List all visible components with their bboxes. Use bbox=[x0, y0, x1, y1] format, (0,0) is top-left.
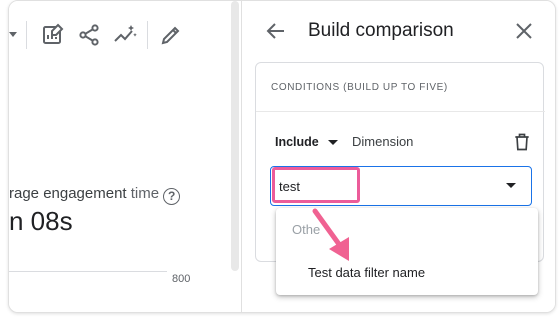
include-select[interactable]: Include bbox=[275, 135, 319, 149]
close-icon[interactable] bbox=[512, 19, 536, 43]
report-scrollbar[interactable] bbox=[231, 1, 239, 271]
app-frame: rage engagement time? n 08s 800 Build co… bbox=[8, 0, 556, 313]
insights-icon[interactable] bbox=[113, 23, 137, 47]
dropdown-group-label: Othe bbox=[292, 222, 321, 237]
chart-axis-value: 800 bbox=[172, 273, 191, 285]
arrow-back-icon[interactable] bbox=[264, 19, 288, 43]
dropdown-option[interactable]: Test data filter name bbox=[276, 260, 538, 286]
chart-gridline bbox=[9, 271, 167, 272]
conditions-title: CONDITIONS (BUILD UP TO FIVE) bbox=[271, 82, 448, 93]
dimension-dropdown: Othe Test data filter name bbox=[276, 208, 538, 295]
conditions-divider bbox=[256, 111, 545, 112]
toolbar-separator bbox=[26, 21, 27, 49]
dimension-label: Dimension bbox=[352, 134, 414, 149]
metric-label: rage engagement time? bbox=[9, 185, 181, 205]
report-area: rage engagement time? n 08s 800 bbox=[9, 1, 231, 312]
metric-label-text: rage engagement bbox=[9, 185, 131, 202]
toolbar-dropdown-caret-icon[interactable] bbox=[9, 32, 17, 37]
dimension-search-field[interactable] bbox=[270, 166, 532, 206]
metric-label-suffix: time bbox=[130, 185, 160, 202]
toolbar-separator bbox=[147, 21, 148, 49]
edit-report-icon[interactable] bbox=[41, 23, 65, 47]
include-chevron-down-icon[interactable] bbox=[328, 140, 338, 145]
share-icon[interactable] bbox=[77, 23, 101, 47]
panel-header: Build comparison bbox=[242, 1, 555, 61]
metric-value: n 08s bbox=[9, 206, 73, 236]
dimension-search-input[interactable] bbox=[279, 173, 479, 199]
delete-icon[interactable] bbox=[512, 132, 532, 152]
chevron-down-icon[interactable] bbox=[506, 183, 516, 188]
dropdown-option-label: Test data filter name bbox=[308, 265, 426, 280]
help-icon[interactable]: ? bbox=[163, 188, 181, 205]
report-toolbar bbox=[9, 15, 231, 55]
panel-title: Build comparison bbox=[308, 20, 454, 41]
pencil-icon[interactable] bbox=[159, 23, 183, 47]
